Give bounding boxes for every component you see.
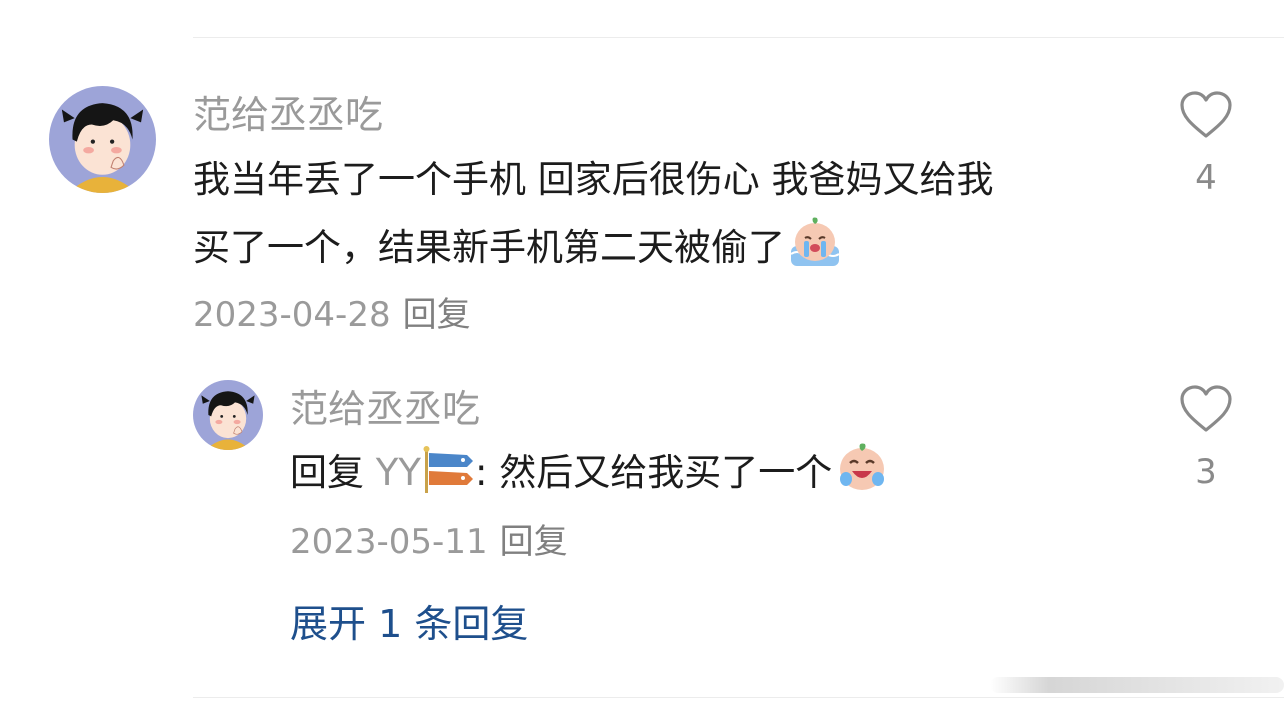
crying-face-emoji-icon [787, 214, 843, 292]
heart-icon[interactable] [1179, 90, 1233, 140]
reply-button[interactable]: 回复 [403, 295, 471, 335]
expand-replies-link[interactable]: 展开 1 条回复 [290, 600, 528, 648]
top-divider [193, 37, 1284, 38]
avatar[interactable] [49, 86, 156, 193]
reply-text: 回复 YY : 然后又给我买了一个 [290, 439, 1110, 517]
comment-text: 我当年丢了一个手机 回家后很伤心 我爸妈又给我 买了一个，结果新手机第二天被偷了 [193, 146, 1133, 292]
reply-meta: 2023-05-11 回复 [290, 521, 568, 563]
comment-text-line: 买了一个，结果新手机第二天被偷了 [193, 214, 1133, 292]
reply-separator: : [474, 451, 488, 494]
like-control: 4 [1176, 90, 1236, 198]
reply-button[interactable]: 回复 [500, 522, 568, 562]
like-count: 4 [1195, 158, 1217, 198]
laughing-crying-emoji-icon [834, 439, 890, 517]
cartoon-girl-avatar-icon [193, 380, 263, 450]
heart-icon[interactable] [1179, 384, 1233, 434]
cartoon-girl-avatar-icon [49, 86, 156, 193]
avatar[interactable] [193, 380, 263, 450]
comment-date: 2023-04-28 [193, 295, 391, 335]
reply-prefix: 回复 [290, 451, 364, 494]
mention-link[interactable]: YY [376, 451, 421, 494]
reply-username[interactable]: 范给丞丞吃 [290, 386, 480, 432]
comment-text-line: 我当年丢了一个手机 回家后很伤心 我爸妈又给我 [193, 158, 994, 201]
koinobori-emoji-icon [423, 445, 475, 517]
bottom-divider [193, 697, 1284, 698]
like-count: 3 [1195, 452, 1217, 492]
scrollbar[interactable] [990, 677, 1284, 693]
comment-meta: 2023-04-28 回复 [193, 294, 471, 336]
reply-body: 然后又给我买了一个 [499, 451, 833, 494]
comment-username[interactable]: 范给丞丞吃 [193, 92, 383, 138]
reply-date: 2023-05-11 [290, 522, 488, 562]
like-control: 3 [1176, 384, 1236, 492]
comment-text-part: 买了一个，结果新手机第二天被偷了 [193, 226, 785, 269]
